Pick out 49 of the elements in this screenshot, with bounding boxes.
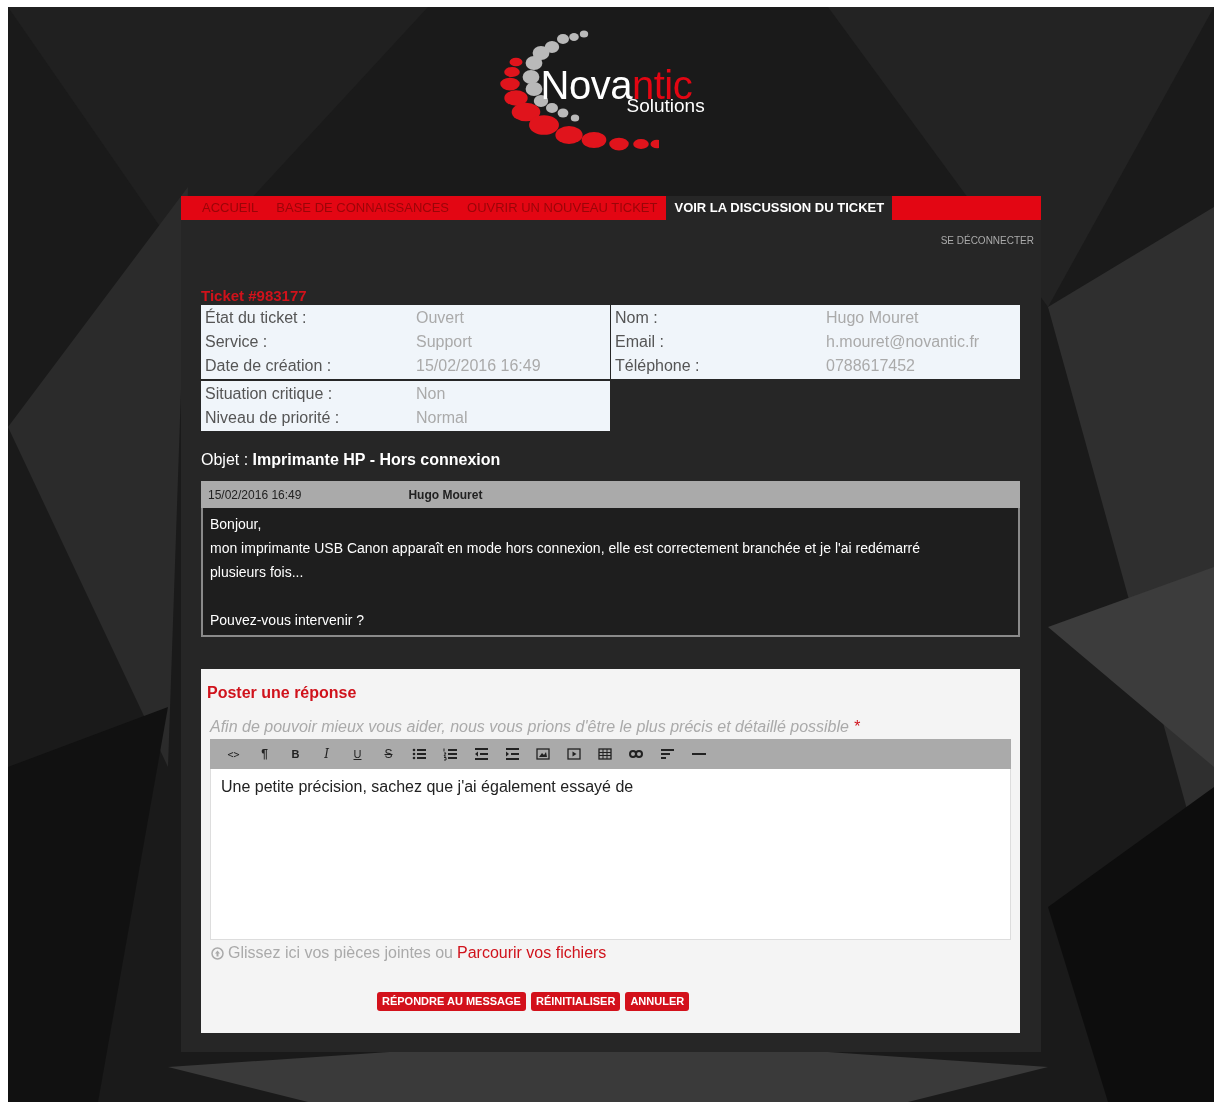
message-date: 15/02/2016 16:49 [208, 486, 302, 504]
attach-hint: Glissez ici vos pièces jointes ou [228, 943, 453, 963]
indent-icon [505, 747, 520, 761]
field-value: Hugo Mouret [826, 308, 919, 328]
paragraph-button[interactable]: ¶ [249, 743, 280, 765]
message-author: Hugo Mouret [408, 486, 483, 504]
upload-icon [211, 946, 224, 960]
field-label: Situation critique : [205, 384, 334, 404]
bullet-list-icon [412, 747, 427, 761]
numbered-list-icon [443, 747, 458, 761]
reply-action-button[interactable]: RÉPONDRE AU MESSAGE [377, 992, 526, 1011]
nav-tab[interactable]: VOIR LA DISCUSSION DU TICKET [666, 196, 893, 220]
field-label: Email : [615, 332, 665, 352]
field-label: Date de création : [205, 356, 333, 376]
field-label: Nom : [615, 308, 659, 328]
link-icon [629, 747, 644, 761]
field-value: 0788617452 [826, 356, 915, 376]
field-label: État du ticket : [205, 307, 308, 328]
ticket-subject: Objet : Imprimante HP - Hors connexion [201, 450, 502, 470]
logout-link[interactable]: SE DÉCONNECTER [181, 220, 1041, 248]
field-value: Normal [416, 408, 468, 428]
field-value: Support [416, 332, 473, 352]
ticket-title: Ticket #983177 [201, 287, 308, 305]
align-left-icon [660, 747, 675, 761]
message-text: Pouvez-vous intervenir ? [210, 611, 366, 630]
field-value: Non [416, 384, 446, 404]
video-icon [567, 747, 582, 761]
italic-button[interactable]: I [311, 743, 342, 765]
reply-action-button[interactable]: RÉINITIALISER [530, 992, 621, 1011]
field-value: Ouvert [416, 308, 464, 328]
field-value: 15/02/2016 16:49 [416, 356, 541, 376]
underline-button[interactable]: U [342, 743, 373, 765]
message-text: mon imprimante USB Canon apparaît en mode hors connexion, elle est correctement branchée et je l'ai redémarré plusieurs fois... [210, 539, 922, 582]
field-label: Niveau de priorité : [205, 408, 341, 428]
message-text: Bonjour, [210, 515, 263, 534]
message-editor[interactable]: Une petite précision, sachez que j'ai également essayé de [210, 769, 1011, 940]
code-view-button[interactable]: <> [218, 743, 249, 765]
table-icon [598, 747, 613, 761]
outdent-icon [474, 747, 489, 761]
reply-action-button[interactable]: ANNULER [625, 992, 690, 1011]
image-icon [536, 747, 551, 761]
strikethrough-button[interactable]: S [373, 743, 404, 765]
reply-hint: Afin de pouvoir mieux vous aider, nous vous prions d'être le plus précis et détaillé possible * [208, 717, 861, 737]
bold-button[interactable]: B [280, 743, 311, 765]
browse-files-link[interactable]: Parcourir vos fichiers [457, 941, 607, 965]
reply-title: Poster une réponse [207, 683, 358, 703]
field-value: h.mouret@novantic.fr [826, 332, 980, 352]
field-label: Téléphone : [615, 356, 701, 376]
field-label: Service : [205, 332, 269, 352]
